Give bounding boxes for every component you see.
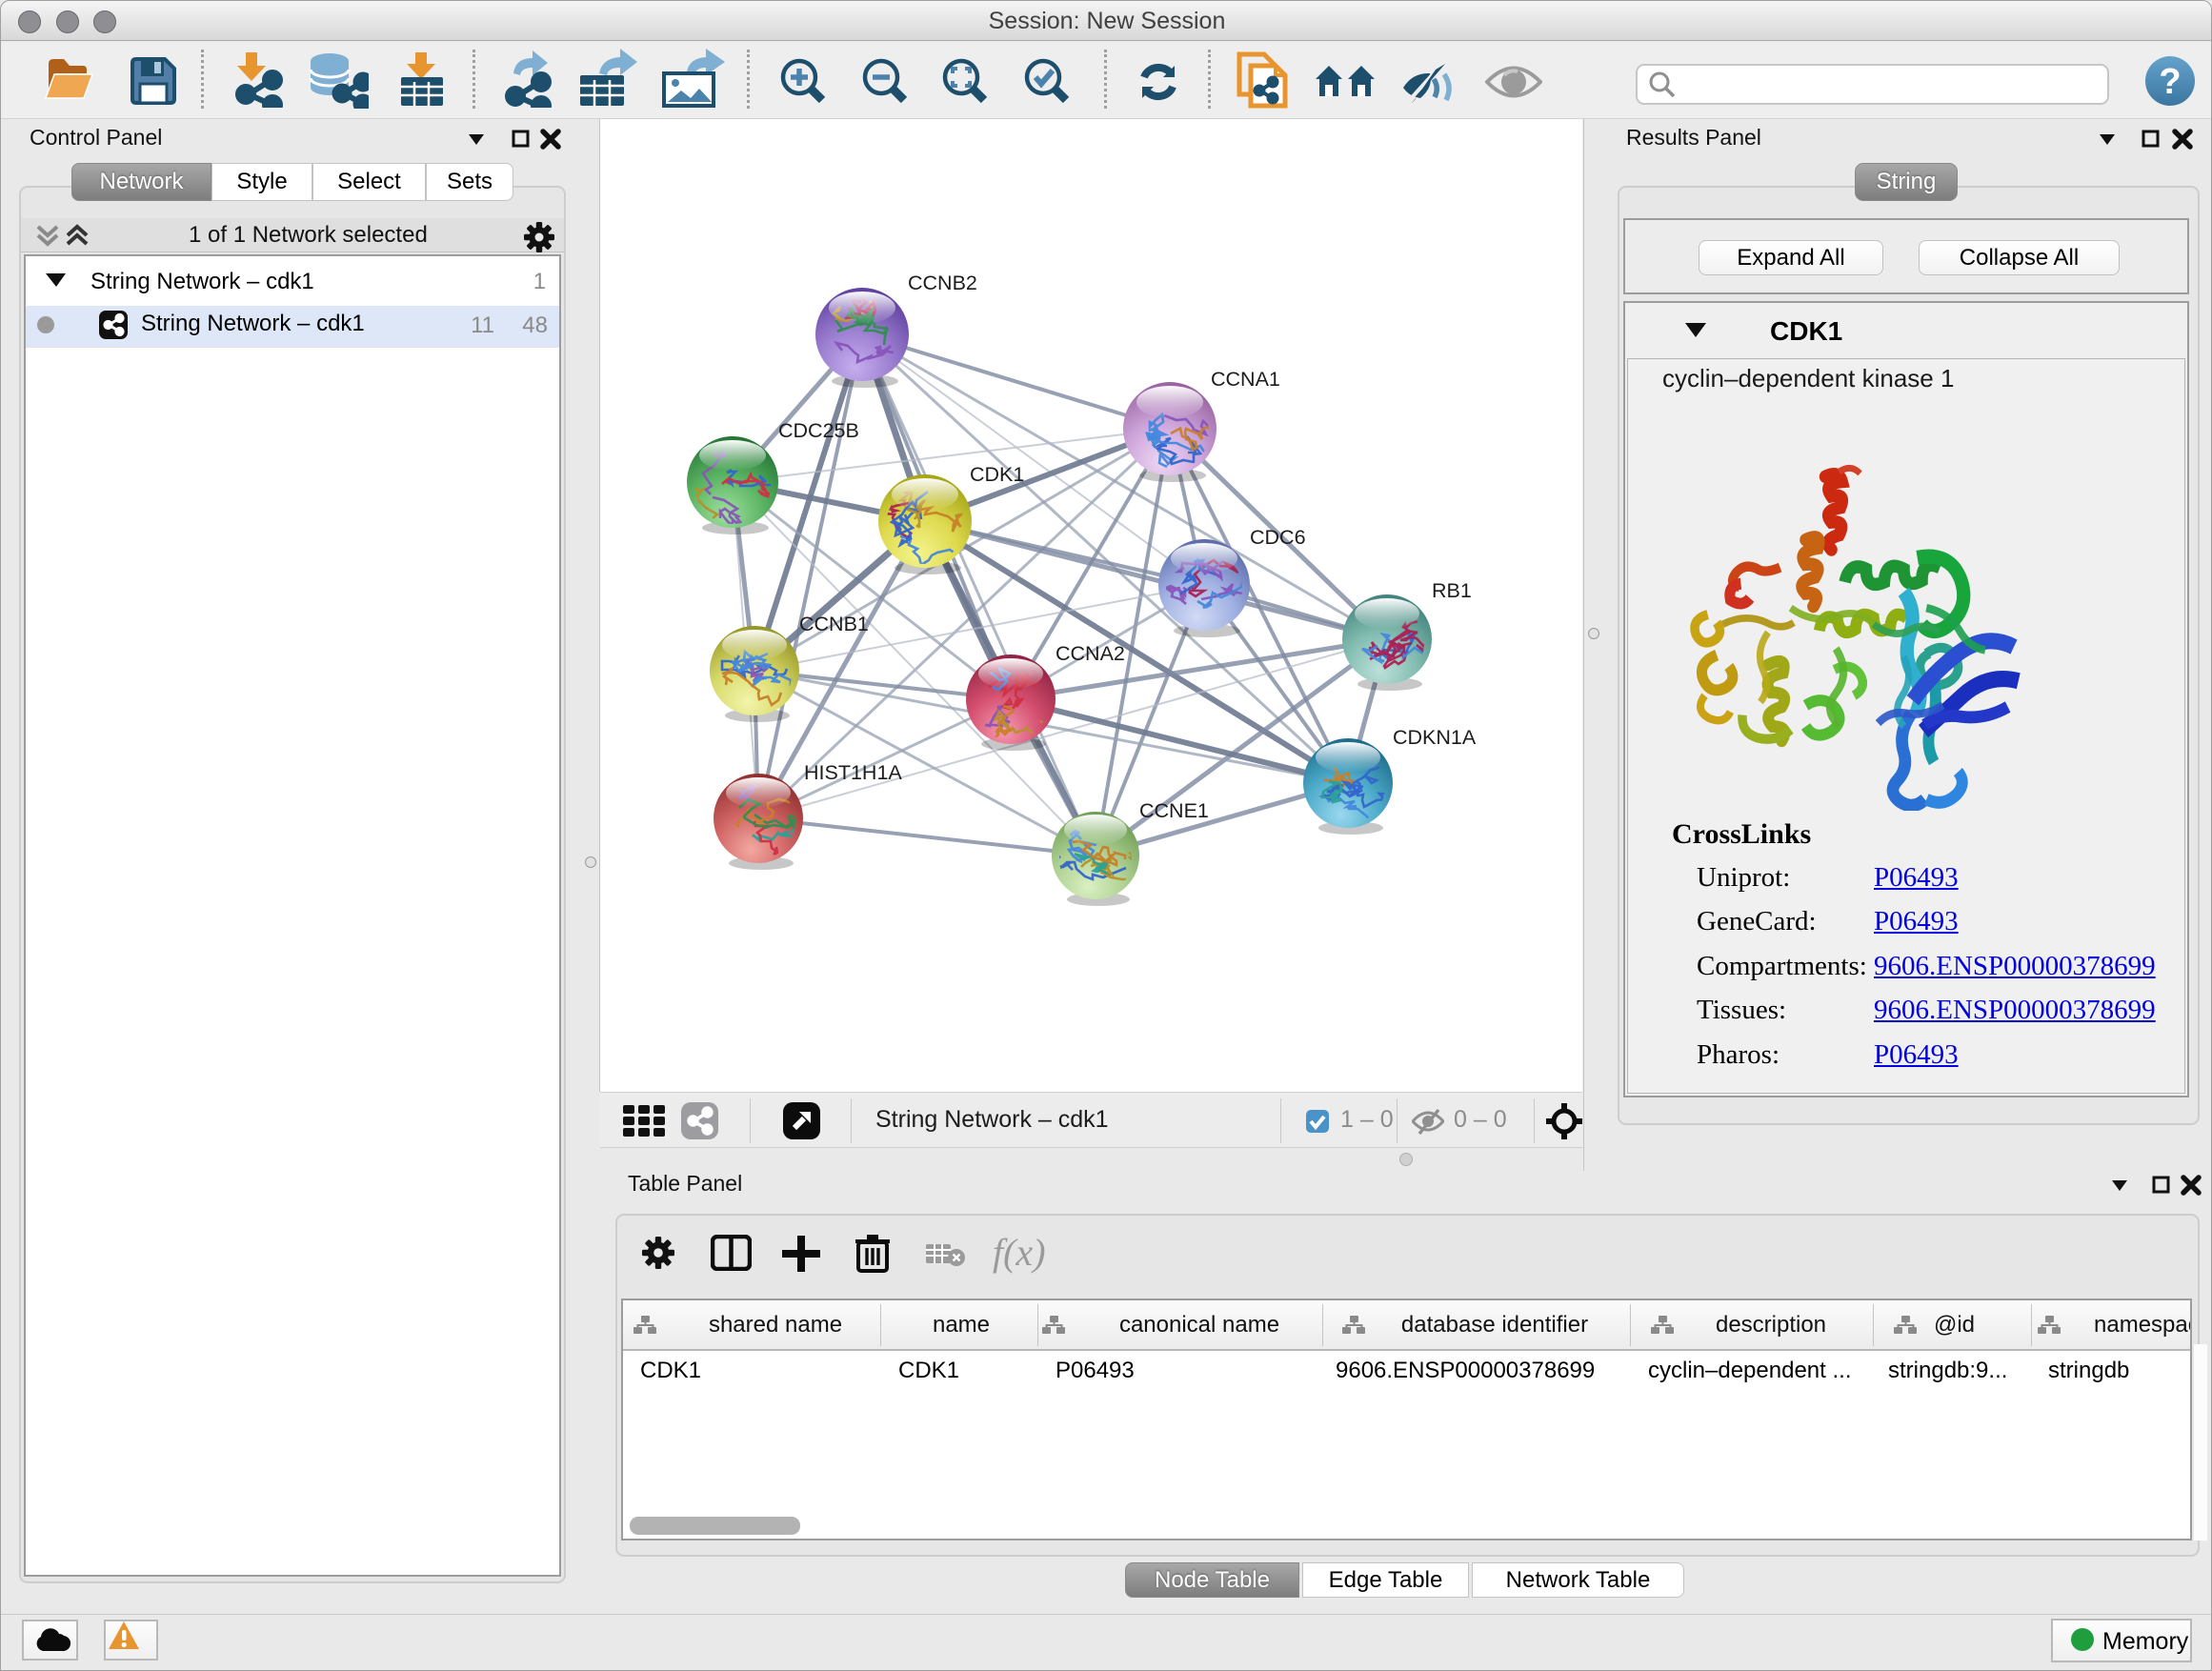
svg-text:CDK1: CDK1 — [970, 463, 1024, 486]
svg-text:CCNB1: CCNB1 — [799, 613, 869, 635]
svg-text:HIST1H1A: HIST1H1A — [804, 761, 902, 784]
svg-text:?: ? — [2159, 62, 2181, 102]
svg-text:CDC25B: CDC25B — [778, 419, 859, 442]
svg-text:CCNA1: CCNA1 — [1211, 368, 1280, 391]
svg-text:CCNA2: CCNA2 — [1056, 642, 1125, 665]
svg-text:CDC6: CDC6 — [1250, 526, 1306, 549]
svg-text:CCNB2: CCNB2 — [908, 272, 977, 294]
svg-text:RB1: RB1 — [1432, 579, 1472, 602]
svg-text:CDKN1A: CDKN1A — [1393, 726, 1477, 749]
svg-text:CCNE1: CCNE1 — [1139, 799, 1209, 822]
